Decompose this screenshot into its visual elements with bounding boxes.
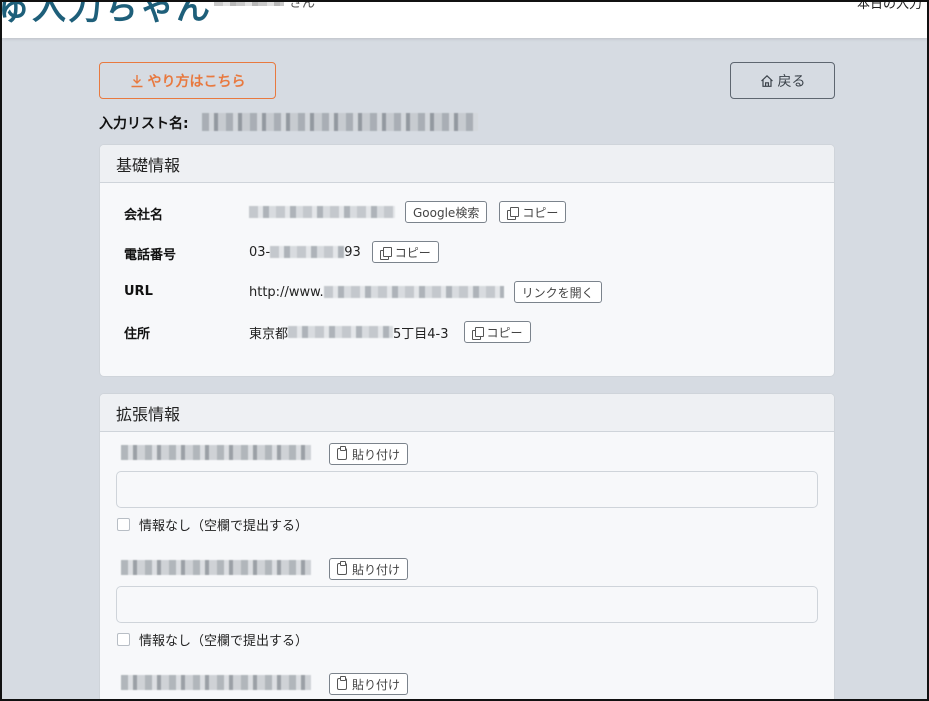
extended-field-input[interactable] <box>116 586 818 623</box>
no-info-checkbox[interactable] <box>117 518 130 531</box>
address-value: 東京都 5丁目4-3 コピー <box>249 321 531 343</box>
address-prefix: 東京都 <box>249 326 289 342</box>
header-daily-count: 本日の入力 <box>857 0 923 12</box>
paste-label: 貼り付け <box>352 562 401 577</box>
company-label: 会社名 <box>124 208 164 223</box>
phone-prefix: 03- <box>249 244 271 260</box>
copy-label: コピー <box>522 205 559 220</box>
download-icon <box>131 74 142 87</box>
list-name-label: 入力リスト名: <box>99 116 189 132</box>
field-label-redacted <box>121 560 311 575</box>
extended-field-input[interactable] <box>116 471 818 508</box>
top-header: ゅ入力ちゃん さん 本日の入力 <box>2 0 927 38</box>
company-name-redacted <box>249 206 395 218</box>
google-search-button[interactable]: Google検索 <box>405 201 488 223</box>
copy-icon <box>379 246 392 260</box>
address-redacted <box>288 326 394 338</box>
home-icon <box>760 74 773 87</box>
app-logo[interactable]: ゅ入力ちゃん <box>2 0 212 29</box>
user-name-redacted <box>214 0 284 6</box>
field-label-redacted <box>121 445 311 460</box>
copy-icon <box>507 206 520 220</box>
copy-icon <box>471 326 484 340</box>
address-copy-button[interactable]: コピー <box>463 321 531 343</box>
phone-label: 電話番号 <box>124 248 177 263</box>
back-label: 戻る <box>777 73 806 90</box>
company-copy-button[interactable]: コピー <box>499 201 567 223</box>
extended-info-card: 拡張情報 貼り付け 情報なし（空欄で提出する） 貼り付け 情報なし（空欄で提出す… <box>99 393 835 701</box>
howto-button[interactable]: やり方はこちら <box>99 62 276 99</box>
paste-button[interactable]: 貼り付け <box>329 558 409 580</box>
basic-info-title: 基礎情報 <box>100 145 834 183</box>
no-info-option[interactable]: 情報なし（空欄で提出する） <box>116 630 308 649</box>
url-value: http://www. リンクを開く <box>249 281 602 303</box>
paste-button[interactable]: 貼り付け <box>329 443 409 465</box>
open-link-button[interactable]: リンクを開く <box>513 281 602 303</box>
list-name-value-redacted <box>202 113 478 131</box>
no-info-label: 情報なし（空欄で提出する） <box>139 634 309 649</box>
phone-redacted <box>270 246 345 258</box>
paste-button[interactable]: 貼り付け <box>329 673 409 695</box>
phone-value: 03- 93 コピー <box>249 241 439 263</box>
howto-label: やり方はこちら <box>147 73 246 90</box>
url-prefix: http://www. <box>249 284 324 300</box>
basic-info-card: 基礎情報 会社名 Google検索 コピー 電話番号 03- 93 コピー UR… <box>99 144 835 377</box>
field-label-redacted <box>121 675 311 690</box>
no-info-label: 情報なし（空欄で提出する） <box>139 519 309 534</box>
clipboard-icon <box>337 446 347 460</box>
user-suffix: さん <box>289 0 316 11</box>
address-suffix: 5丁目4-3 <box>393 326 449 342</box>
address-label: 住所 <box>124 327 151 342</box>
copy-label: コピー <box>486 325 523 340</box>
url-redacted <box>323 286 504 298</box>
no-info-checkbox[interactable] <box>117 633 130 646</box>
no-info-option[interactable]: 情報なし（空欄で提出する） <box>116 515 308 534</box>
back-button[interactable]: 戻る <box>730 62 835 99</box>
phone-suffix: 93 <box>344 244 361 260</box>
clipboard-icon <box>337 561 347 575</box>
copy-label: コピー <box>394 245 431 260</box>
extended-info-title: 拡張情報 <box>100 394 834 432</box>
phone-copy-button[interactable]: コピー <box>371 241 439 263</box>
paste-label: 貼り付け <box>352 677 401 692</box>
paste-label: 貼り付け <box>352 447 401 462</box>
url-label: URL <box>124 284 153 299</box>
company-value: Google検索 コピー <box>249 201 567 223</box>
clipboard-icon <box>337 676 347 690</box>
